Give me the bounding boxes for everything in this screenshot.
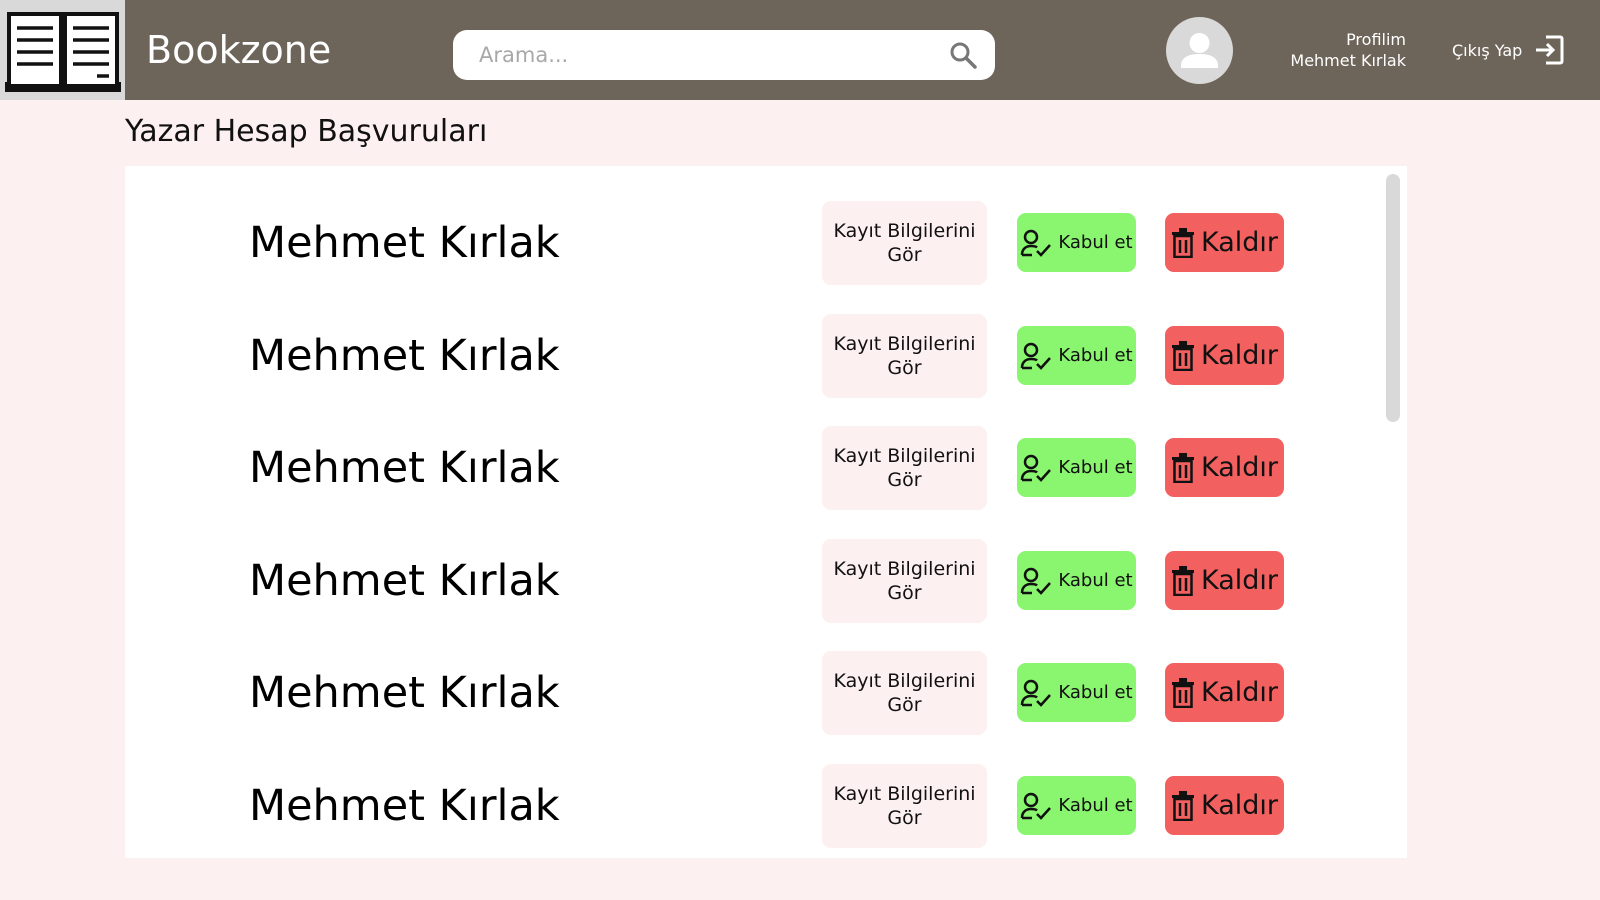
- applications-list: Mehmet Kırlak Kayıt Bilgilerini Gör Kabul…: [125, 166, 1407, 858]
- user-check-icon: [1021, 679, 1052, 707]
- accept-label: Kabul et: [1058, 682, 1133, 703]
- remove-button[interactable]: Kaldır: [1165, 213, 1284, 272]
- applicant-name: Mehmet Kırlak: [249, 556, 560, 606]
- scrollbar-thumb[interactable]: [1386, 174, 1400, 422]
- list-item: Mehmet Kırlak Kayıt Bilgilerini Gör Kabul…: [125, 314, 1365, 398]
- remove-button[interactable]: Kaldır: [1165, 551, 1284, 610]
- book-logo-icon[interactable]: [0, 0, 125, 100]
- page-title: Yazar Hesap Başvuruları: [125, 114, 488, 149]
- accept-label: Kabul et: [1058, 345, 1133, 366]
- view-details-label-line2: Gör: [887, 357, 922, 379]
- applicant-name: Mehmet Kırlak: [249, 331, 560, 381]
- view-details-label-line1: Kayıt Bilgilerini: [833, 333, 976, 355]
- view-details-button[interactable]: Kayıt Bilgilerini Gör: [822, 764, 987, 848]
- list-item: Mehmet Kırlak Kayıt Bilgilerini Gör Kabul…: [125, 201, 1365, 285]
- trash-icon: [1171, 452, 1194, 483]
- view-details-label-line2: Gör: [887, 469, 922, 491]
- list-item: Mehmet Kırlak Kayıt Bilgilerini Gör Kabul…: [125, 539, 1365, 623]
- view-details-label-line2: Gör: [887, 694, 922, 716]
- accept-label: Kabul et: [1058, 232, 1133, 253]
- remove-label: Kaldır: [1200, 565, 1279, 596]
- view-details-button[interactable]: Kayıt Bilgilerini Gör: [822, 314, 987, 398]
- accept-button[interactable]: Kabul et: [1017, 663, 1136, 722]
- profile-label: Profilim: [1346, 30, 1406, 49]
- applicant-name: Mehmet Kırlak: [249, 668, 560, 718]
- accept-label: Kabul et: [1058, 570, 1133, 591]
- list-item: Mehmet Kırlak Kayıt Bilgilerini Gör Kabul…: [125, 426, 1365, 510]
- profile-link[interactable]: Profilim Mehmet Kırlak: [1290, 29, 1406, 71]
- brand-name[interactable]: Bookzone: [146, 26, 331, 74]
- accept-button[interactable]: Kabul et: [1017, 551, 1136, 610]
- view-details-button[interactable]: Kayıt Bilgilerini Gör: [822, 426, 987, 510]
- user-check-icon: [1021, 567, 1052, 595]
- remove-label: Kaldır: [1200, 790, 1279, 821]
- remove-label: Kaldır: [1200, 340, 1279, 371]
- accept-button[interactable]: Kabul et: [1017, 438, 1136, 497]
- list-item: Mehmet Kırlak Kayıt Bilgilerini Gör Kabul…: [125, 651, 1365, 735]
- search-bar: [453, 30, 995, 80]
- user-check-icon: [1021, 454, 1052, 482]
- applicant-name: Mehmet Kırlak: [249, 218, 560, 268]
- logout-button[interactable]: Çıkış Yap: [1452, 32, 1566, 68]
- accept-button[interactable]: Kabul et: [1017, 213, 1136, 272]
- profile-user-name: Mehmet Kırlak: [1290, 51, 1406, 70]
- view-details-label-line1: Kayıt Bilgilerini: [833, 220, 976, 242]
- remove-button[interactable]: Kaldır: [1165, 776, 1284, 835]
- trash-icon: [1171, 790, 1194, 821]
- trash-icon: [1171, 340, 1194, 371]
- trash-icon: [1171, 227, 1194, 258]
- accept-label: Kabul et: [1058, 457, 1133, 478]
- accept-label: Kabul et: [1058, 795, 1133, 816]
- user-check-icon: [1021, 792, 1052, 820]
- remove-label: Kaldır: [1200, 452, 1279, 483]
- view-details-label-line2: Gör: [887, 807, 922, 829]
- applicant-name: Mehmet Kırlak: [249, 781, 560, 831]
- user-icon: [1181, 33, 1218, 68]
- accept-button[interactable]: Kabul et: [1017, 326, 1136, 385]
- view-details-label-line2: Gör: [887, 244, 922, 266]
- logout-label: Çıkış Yap: [1452, 40, 1523, 60]
- applicant-name: Mehmet Kırlak: [249, 443, 560, 493]
- user-check-icon: [1021, 342, 1052, 370]
- top-bar: Bookzone Profilim Mehmet Kırlak Çıkış Ya…: [0, 0, 1600, 100]
- remove-button[interactable]: Kaldır: [1165, 326, 1284, 385]
- view-details-label-line1: Kayıt Bilgilerini: [833, 783, 976, 805]
- remove-label: Kaldır: [1200, 227, 1279, 258]
- search-icon[interactable]: [949, 41, 977, 69]
- logout-icon: [1532, 33, 1566, 67]
- view-details-button[interactable]: Kayıt Bilgilerini Gör: [822, 201, 987, 285]
- search-input[interactable]: [477, 30, 917, 80]
- view-details-button[interactable]: Kayıt Bilgilerini Gör: [822, 651, 987, 735]
- list-item: Mehmet Kırlak Kayıt Bilgilerini Gör Kabul…: [125, 764, 1365, 848]
- trash-icon: [1171, 565, 1194, 596]
- view-details-label-line1: Kayıt Bilgilerini: [833, 558, 976, 580]
- accept-button[interactable]: Kabul et: [1017, 776, 1136, 835]
- avatar[interactable]: [1166, 17, 1233, 84]
- trash-icon: [1171, 677, 1194, 708]
- view-details-button[interactable]: Kayıt Bilgilerini Gör: [822, 539, 987, 623]
- user-check-icon: [1021, 229, 1052, 257]
- remove-label: Kaldır: [1200, 677, 1279, 708]
- remove-button[interactable]: Kaldır: [1165, 438, 1284, 497]
- view-details-label-line2: Gör: [887, 582, 922, 604]
- view-details-label-line1: Kayıt Bilgilerini: [833, 670, 976, 692]
- view-details-label-line1: Kayıt Bilgilerini: [833, 445, 976, 467]
- remove-button[interactable]: Kaldır: [1165, 663, 1284, 722]
